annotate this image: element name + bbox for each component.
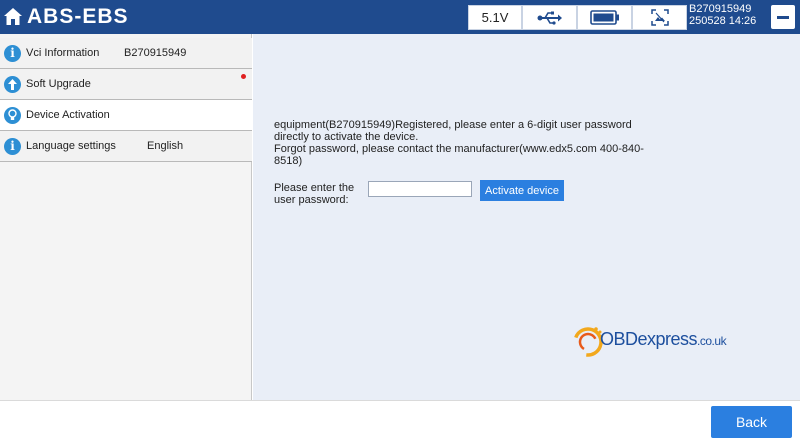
top-bar: ABS-EBS 5.1V B270915949 250528 14:26 — [0, 0, 800, 34]
usb-icon — [537, 11, 562, 25]
battery-status — [577, 5, 632, 30]
home-icon[interactable] — [3, 7, 23, 26]
notification-dot — [241, 74, 246, 79]
screenshot-button[interactable] — [632, 5, 687, 30]
sidebar-item-value: B270915949 — [124, 47, 187, 59]
app-title: ABS-EBS — [27, 5, 129, 28]
sidebar-item-label: Soft Upgrade — [26, 78, 91, 90]
sidebar: i Vci Information B270915949 Soft Upgrad… — [0, 34, 252, 400]
sidebar-item-value: English — [147, 140, 184, 152]
activation-icon — [4, 106, 21, 124]
sidebar-item-label: Device Activation — [26, 109, 110, 121]
header-device-id: B270915949 — [689, 3, 752, 15]
registered-message: equipment(B270915949)Registered, please … — [274, 119, 632, 143]
bottom-bar: Back — [0, 400, 800, 442]
upgrade-icon — [4, 75, 21, 93]
activation-panel: equipment(B270915949)Registered, please … — [253, 34, 800, 400]
sidebar-item-vci-information[interactable]: i Vci Information B270915949 — [0, 38, 252, 69]
voltage-indicator: 5.1V — [468, 5, 522, 30]
contact-message: Forgot password, please contact the manu… — [274, 143, 644, 167]
watermark-brand: OBDexpress — [600, 329, 698, 349]
activate-device-button[interactable]: Activate device — [480, 180, 564, 201]
sidebar-item-label: Vci Information — [26, 47, 100, 59]
password-label: Please enter the user password: — [274, 182, 355, 206]
watermark-suffix: .co.uk — [697, 334, 727, 348]
password-input[interactable] — [368, 181, 472, 197]
activation-message: equipment(B270915949)Registered, please … — [274, 119, 654, 167]
sidebar-item-soft-upgrade[interactable]: Soft Upgrade — [0, 69, 252, 100]
sidebar-item-language-settings[interactable]: i Language settings English — [0, 131, 252, 162]
sidebar-item-device-activation[interactable]: Device Activation — [0, 100, 252, 131]
header-datetime: 250528 14:26 — [689, 15, 757, 27]
screenshot-icon — [650, 9, 669, 26]
usb-status — [522, 5, 577, 30]
device-info: B270915949 250528 14:26 — [689, 3, 756, 27]
minimize-button[interactable] — [771, 5, 795, 29]
back-button[interactable]: Back — [711, 406, 792, 438]
minimize-icon — [777, 15, 789, 19]
info-icon: i — [4, 137, 21, 155]
watermark: OBDexpress.co.uk — [571, 322, 727, 362]
info-icon: i — [4, 44, 21, 62]
watermark-text: OBDexpress.co.uk — [600, 329, 727, 350]
battery-icon — [589, 10, 619, 25]
sidebar-item-label: Language settings — [26, 140, 116, 152]
